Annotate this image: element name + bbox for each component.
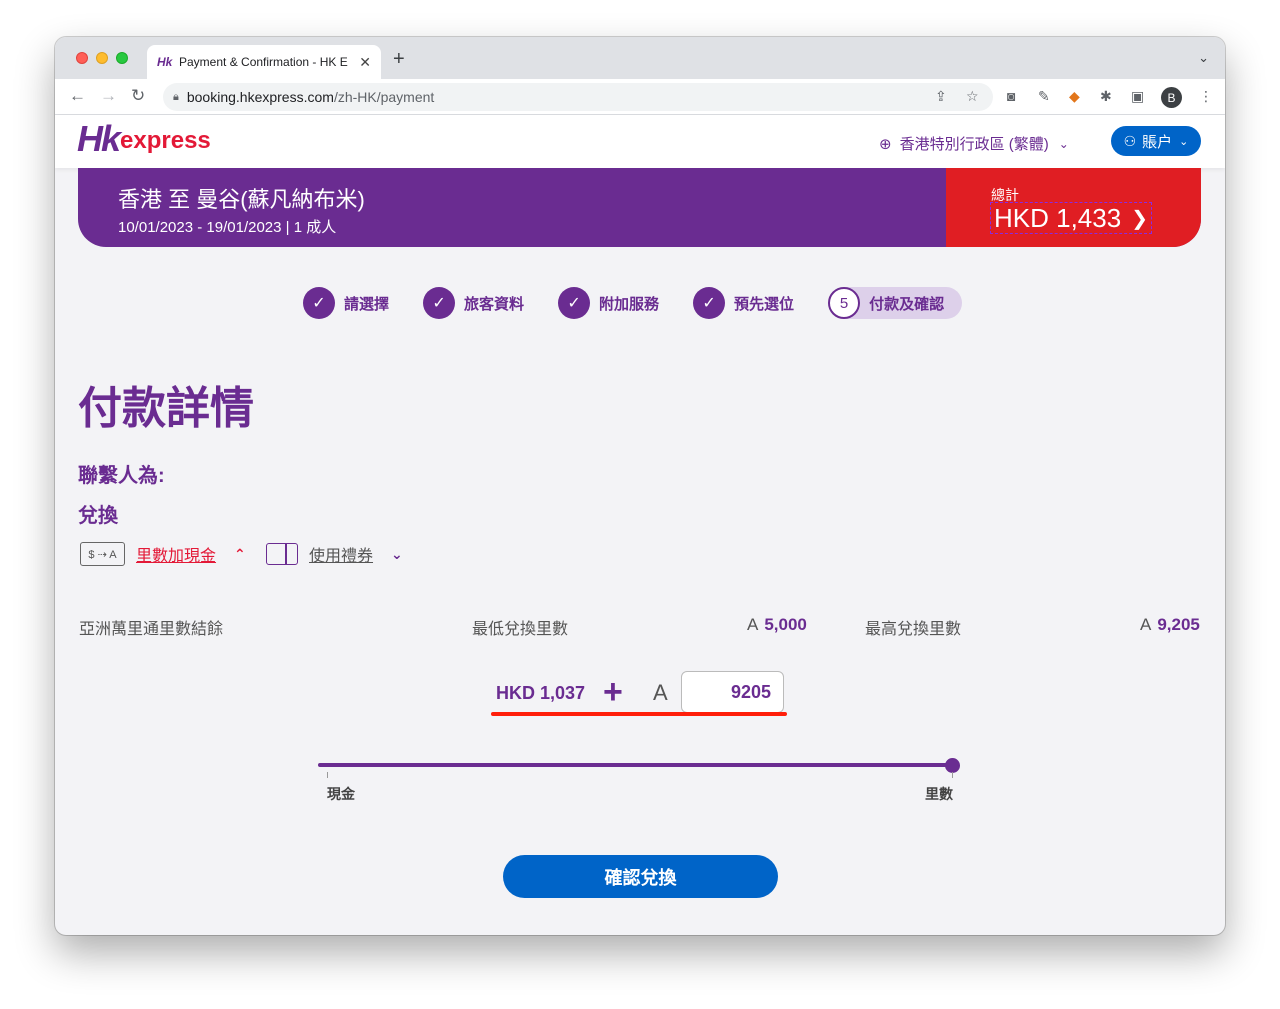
miles-amount-input[interactable] <box>681 671 784 713</box>
progress-stepper: ✓ 請選擇 ✓ 旅客資料 ✓ 附加服務 ✓ 預先選位 5 付款及確認 <box>303 286 963 320</box>
asia-miles-balance-label: 亞洲萬里通里數結餘 <box>79 621 224 638</box>
voucher-option[interactable]: 使用禮券 ⌄ <box>266 542 403 566</box>
step-add-ons[interactable]: ✓ 附加服務 <box>558 287 659 319</box>
maximize-window-button[interactable] <box>116 52 128 64</box>
voucher-card-icon <box>266 543 298 565</box>
check-icon: ✓ <box>693 287 726 319</box>
hk-express-logo[interactable]: Hk express <box>77 119 211 159</box>
url-host: booking.hkexpress.com <box>186 89 334 105</box>
asia-miles-icon: A <box>1140 615 1152 634</box>
miles-plus-cash-option[interactable]: $ ⇢ A 里數加現金 ⌃ <box>80 542 246 566</box>
camera-extension-icon[interactable]: ◙ <box>1007 88 1015 104</box>
confirm-redeem-button[interactable]: 確認兌換 <box>503 855 778 898</box>
step-select[interactable]: ✓ 請選擇 <box>303 287 389 319</box>
tab-search-chevron-icon[interactable]: ⌄ <box>1198 50 1209 66</box>
url-path: /zh-HK/payment <box>333 89 435 105</box>
side-panel-icon[interactable]: ▣ <box>1131 88 1144 105</box>
reload-icon[interactable]: ↻ <box>131 86 145 106</box>
hk-express-favicon-icon: Hk <box>157 55 173 69</box>
extensions-puzzle-icon[interactable]: ✱ <box>1100 88 1112 105</box>
redeem-heading: 兌換 <box>78 505 118 527</box>
miles-cash-calculator: HKD 1,037 + A <box>491 671 787 716</box>
close-window-button[interactable] <box>76 52 88 64</box>
step-number: 5 <box>828 287 861 319</box>
slider-min-tick <box>327 772 328 778</box>
step-label: 請選擇 <box>344 295 390 313</box>
contact-label: 聯繫人為: <box>78 465 165 487</box>
more-menu-icon[interactable]: ⋮ <box>1199 88 1213 105</box>
globe-icon: ⊕ <box>879 135 892 153</box>
browser-tab-active[interactable]: Hk Payment & Confirmation - HK E ✕ <box>147 45 381 79</box>
chevron-down-icon: ❯ <box>1131 207 1148 230</box>
check-icon: ✓ <box>303 287 335 319</box>
share-icon[interactable]: ⇪ <box>935 88 947 105</box>
page-title: 付款詳情 <box>78 384 254 433</box>
metamask-fox-icon[interactable]: ◆ <box>1069 88 1080 105</box>
step-label: 旅客資料 <box>464 295 525 313</box>
max-miles-value-wrap: A 9,205 <box>1140 615 1200 635</box>
miles-plus-cash-link[interactable]: 里數加現金 <box>136 542 216 566</box>
lock-icon: 🔒︎ <box>173 90 179 103</box>
cash-amount: HKD 1,037 <box>496 683 586 703</box>
browser-toolbar: ← → ↻ 🔒︎ booking.hkexpress.com/zh-HK/pay… <box>55 79 1225 115</box>
language-selector[interactable]: ⊕ 香港特別行政區 (繁體) ⌄ <box>879 133 1069 154</box>
chevron-down-icon[interactable]: ⌄ <box>391 546 403 563</box>
slider-max-tick <box>952 772 953 778</box>
step-passenger-details[interactable]: ✓ 旅客資料 <box>423 287 524 319</box>
profile-avatar[interactable]: B <box>1161 87 1182 108</box>
chevron-down-icon: ⌄ <box>1179 135 1189 148</box>
max-miles-label: 最高兌換里數 <box>865 621 962 638</box>
miles-cash-icon: $ ⇢ A <box>80 542 125 566</box>
route-title: 香港 至 曼谷(蘇凡納布米) <box>118 187 365 212</box>
logo-hk-text: Hk <box>77 118 121 159</box>
step-label: 付款及確認 <box>869 295 945 313</box>
total-amount-value: HKD 1,433 <box>994 202 1122 233</box>
tab-title: Payment & Confirmation - HK E <box>179 55 348 69</box>
miles-slider-handle[interactable] <box>945 758 960 773</box>
booking-summary-banner: 香港 至 曼谷(蘇凡納布米) 10/01/2023 - 19/01/2023 |… <box>78 168 1201 247</box>
step-payment-current: 5 付款及確認 <box>828 287 963 319</box>
account-label: 賬户 <box>1142 133 1173 151</box>
language-label: 香港特別行政區 (繁體) <box>899 136 1049 153</box>
browser-window: Hk Payment & Confirmation - HK E ✕ + ⌄ ←… <box>55 37 1225 935</box>
minimize-window-button[interactable] <box>96 52 108 64</box>
min-miles-label: 最低兌換里數 <box>472 621 569 638</box>
pen-extension-icon[interactable]: ✎ <box>1038 88 1050 105</box>
address-bar[interactable]: 🔒︎ booking.hkexpress.com/zh-HK/payment ⇪… <box>163 83 993 111</box>
check-icon: ✓ <box>423 287 456 319</box>
max-miles-value: 9,205 <box>1157 615 1200 634</box>
check-icon: ✓ <box>558 287 591 319</box>
total-amount-toggle[interactable]: HKD 1,433 ❯ <box>990 202 1152 234</box>
slider-miles-label: 里數 <box>925 786 953 802</box>
highlight-underline <box>491 712 787 716</box>
min-miles-value-wrap: A 5,000 <box>747 615 807 635</box>
close-tab-icon[interactable]: ✕ <box>359 54 371 71</box>
account-button[interactable]: ⚇ 賬户 ⌄ <box>1111 126 1201 156</box>
step-seat-selection[interactable]: ✓ 預先選位 <box>693 287 794 319</box>
plus-icon: + <box>603 673 623 711</box>
asia-miles-icon: A <box>653 680 668 705</box>
step-label: 附加服務 <box>599 295 660 313</box>
back-arrow-icon[interactable]: ← <box>69 86 86 106</box>
logo-express-text: express <box>120 127 211 154</box>
site-header: Hk express ⊕ 香港特別行政區 (繁體) ⌄ ⚇ 賬户 ⌄ <box>55 115 1225 168</box>
person-icon: ⚇ <box>1123 132 1137 149</box>
total-price-box: 總計 HKD 1,433 ❯ <box>946 168 1201 247</box>
min-miles-value: 5,000 <box>764 615 807 634</box>
chevron-down-icon: ⌄ <box>1058 136 1069 151</box>
chevron-up-icon[interactable]: ⌃ <box>234 546 246 563</box>
voucher-link[interactable]: 使用禮券 <box>309 542 373 566</box>
new-tab-plus-icon[interactable]: + <box>393 48 405 71</box>
bookmark-star-icon[interactable]: ☆ <box>966 88 979 105</box>
tab-strip: Hk Payment & Confirmation - HK E ✕ + ⌄ <box>55 37 1225 79</box>
forward-arrow-icon[interactable]: → <box>100 86 117 106</box>
miles-slider-track[interactable] <box>318 763 952 767</box>
step-label: 預先選位 <box>734 295 795 313</box>
slider-cash-label: 現金 <box>327 786 355 802</box>
travel-dates: 10/01/2023 - 19/01/2023 | 1 成人 <box>118 219 337 236</box>
asia-miles-icon: A <box>747 615 759 634</box>
